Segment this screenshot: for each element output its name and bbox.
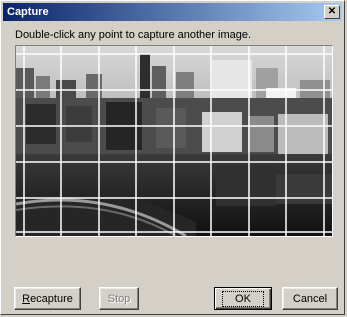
ok-button[interactable]: OK xyxy=(214,287,272,310)
capture-dialog: Capture ✕ Double-click any point to capt… xyxy=(0,0,345,315)
stop-button[interactable]: Stop xyxy=(99,287,139,310)
stop-label: Stop xyxy=(107,292,131,305)
capture-image-area[interactable] xyxy=(15,45,333,237)
recapture-button[interactable]: Recapture xyxy=(14,287,81,310)
cancel-button[interactable]: Cancel xyxy=(282,287,338,310)
close-icon: ✕ xyxy=(327,6,337,17)
recapture-label: ecapture xyxy=(30,292,73,305)
window-title: Capture xyxy=(7,6,49,18)
cancel-label: Cancel xyxy=(292,292,328,305)
recapture-accelerator: R xyxy=(22,292,31,305)
instructions-text: Double-click any point to capture anothe… xyxy=(15,29,252,41)
ok-label: OK xyxy=(222,290,264,307)
title-bar[interactable]: Capture ✕ xyxy=(3,3,342,21)
close-button[interactable]: ✕ xyxy=(324,5,340,19)
captured-city-image[interactable] xyxy=(16,46,332,236)
